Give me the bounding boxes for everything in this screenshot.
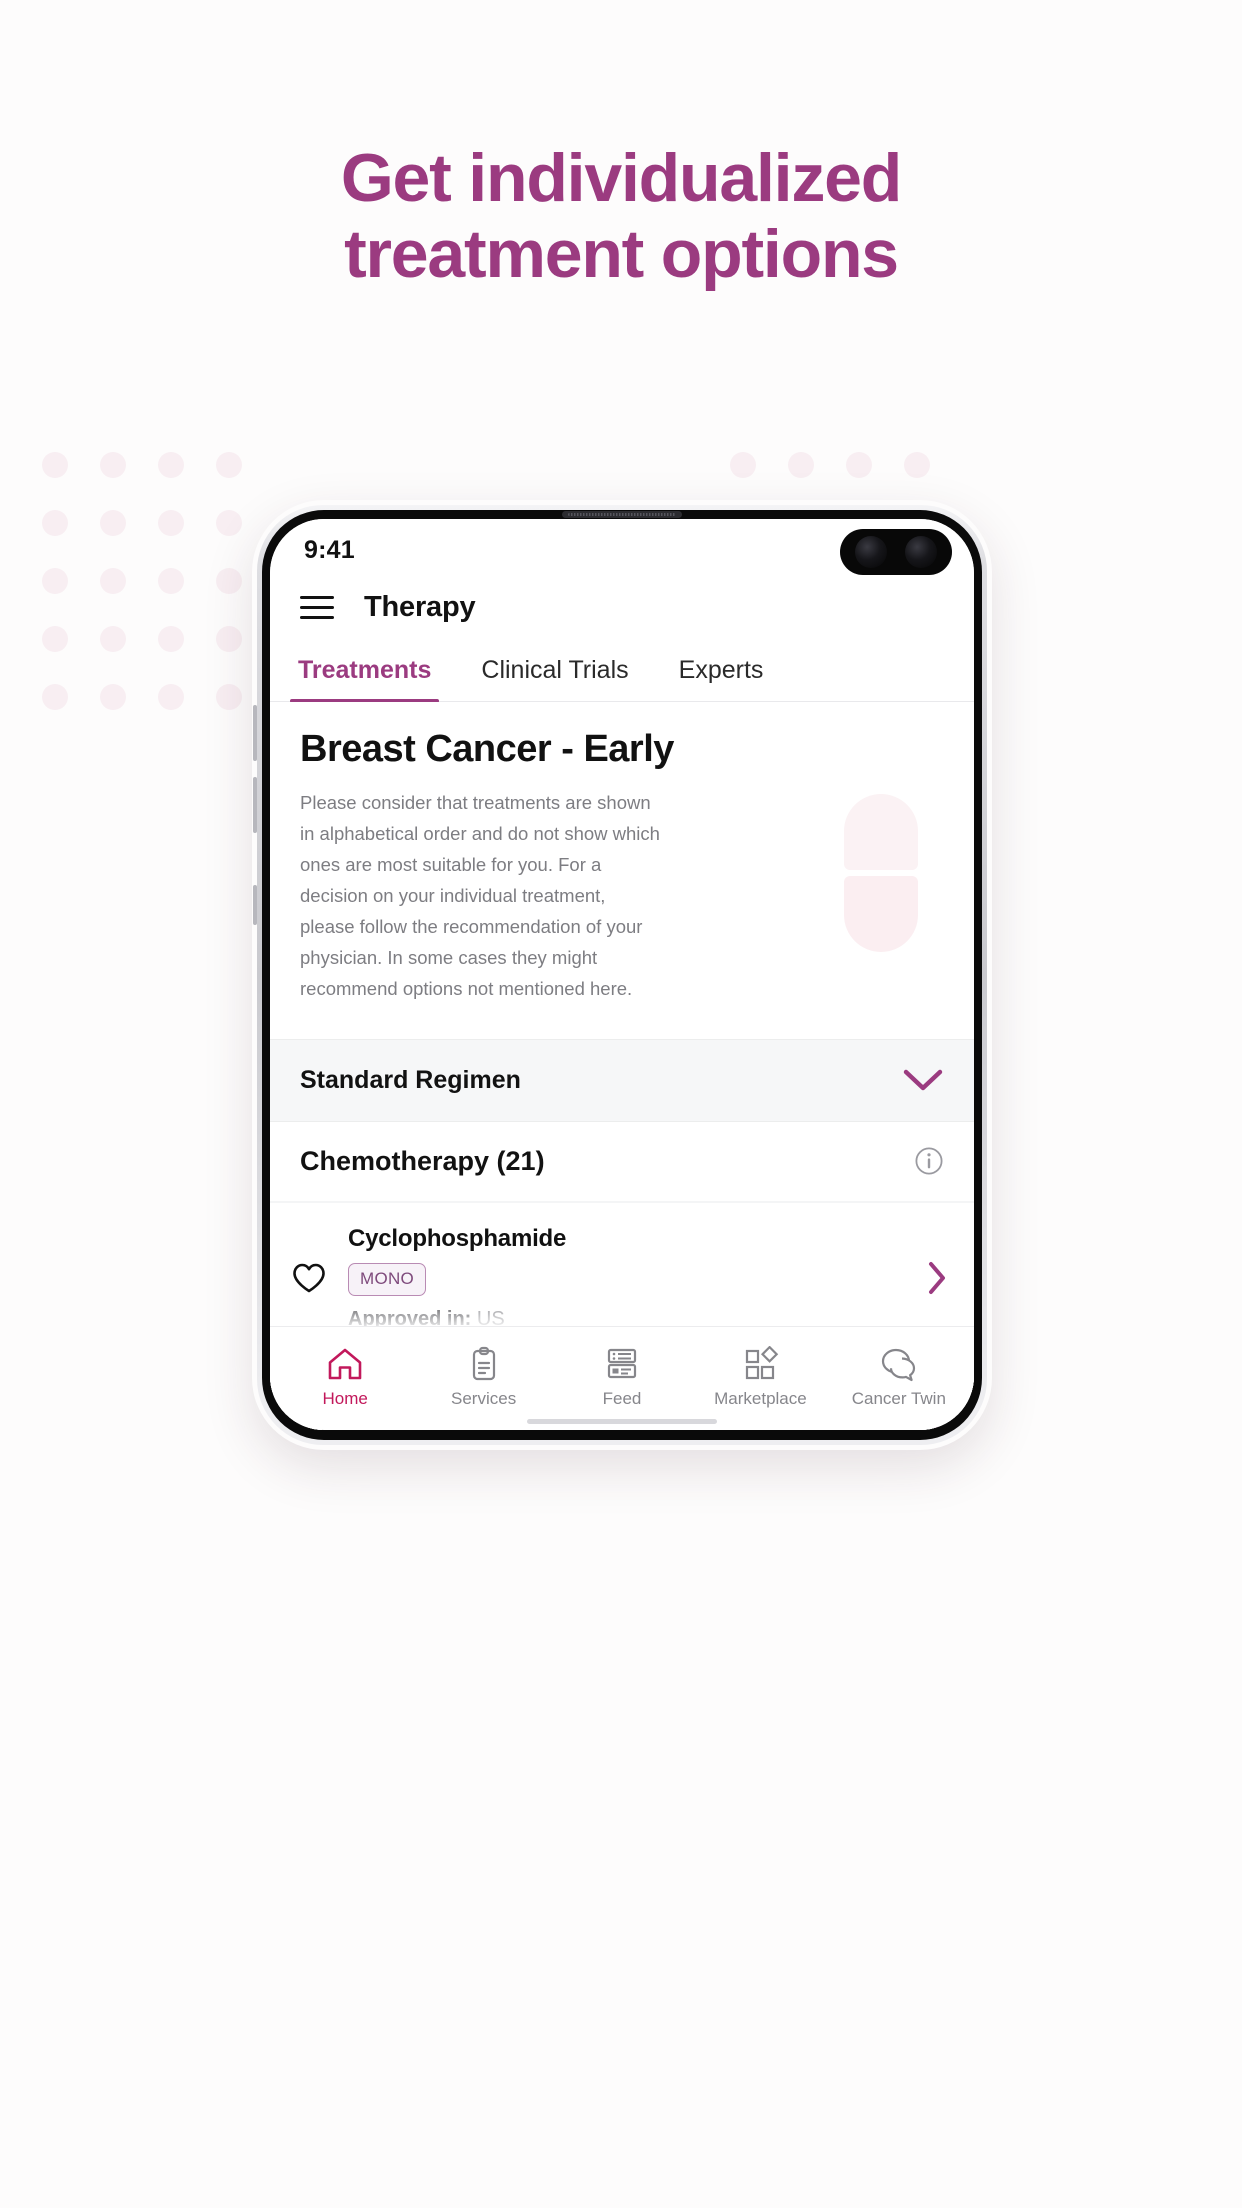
pattern-dot bbox=[42, 626, 68, 652]
feed-list-icon bbox=[607, 1348, 637, 1379]
pattern-dot bbox=[216, 452, 242, 478]
headline-line-1: Get individualized bbox=[340, 140, 902, 216]
nav-label-cancer-twin: Cancer Twin bbox=[851, 1389, 946, 1408]
pattern-dot bbox=[42, 568, 68, 594]
page-root: Get individualized treatment options 9:4… bbox=[0, 0, 1242, 2208]
tab-clinical-trials[interactable]: Clinical Trials bbox=[477, 642, 632, 701]
hamburger-menu-icon[interactable] bbox=[300, 596, 334, 619]
earpiece-speaker bbox=[562, 511, 682, 518]
nav-item-feed[interactable]: Feed bbox=[553, 1346, 691, 1409]
standard-regimen-row[interactable]: Standard Regimen bbox=[270, 1038, 974, 1122]
nav-label-feed: Feed bbox=[602, 1389, 642, 1408]
marketplace-icon bbox=[746, 1346, 779, 1380]
phone-device: 9:41 Therapy Treatments Clinical Trials … bbox=[253, 505, 987, 1445]
category-row-chemotherapy: Chemotherapy (21) bbox=[270, 1121, 974, 1201]
pattern-dot bbox=[158, 684, 184, 710]
hero-description: Please consider that treatments are show… bbox=[300, 792, 660, 1000]
volume-down-button[interactable] bbox=[253, 777, 257, 833]
front-camera-cutout bbox=[840, 529, 952, 575]
pattern-dot bbox=[100, 684, 126, 710]
pattern-dot bbox=[216, 510, 242, 536]
pattern-dot bbox=[42, 452, 68, 478]
category-label: Chemotherapy (21) bbox=[300, 1145, 545, 1176]
nav-item-cancer-twin[interactable]: Cancer Twin bbox=[830, 1346, 968, 1409]
pattern-dot bbox=[846, 452, 872, 478]
app-header: Therapy bbox=[270, 581, 974, 642]
pattern-dot bbox=[158, 452, 184, 478]
status-time: 9:41 bbox=[304, 535, 355, 564]
page-headline: Get individualized treatment options bbox=[0, 140, 1242, 292]
bottom-navigation: Home Services Feed Marketplace Cancer Tw… bbox=[270, 1326, 974, 1430]
hero-section: Breast Cancer - Early Please consider th… bbox=[270, 702, 974, 1039]
nav-label-marketplace: Marketplace bbox=[714, 1389, 807, 1408]
treatment-info: Cyclophosphamide MONO Approved in: US bbox=[348, 1225, 898, 1331]
tab-bar: Treatments Clinical Trials Experts bbox=[270, 642, 974, 703]
chevron-down-icon[interactable] bbox=[902, 1067, 944, 1093]
standard-regimen-label: Standard Regimen bbox=[300, 1065, 521, 1094]
clipboard-icon bbox=[472, 1346, 495, 1381]
pattern-dot bbox=[100, 626, 126, 652]
chevron-right-icon[interactable] bbox=[926, 1260, 948, 1296]
chat-bubbles-icon bbox=[881, 1348, 915, 1382]
pattern-dot bbox=[216, 626, 242, 652]
pattern-dot bbox=[100, 568, 126, 594]
nav-item-services[interactable]: Services bbox=[414, 1346, 552, 1409]
pattern-dot bbox=[730, 452, 756, 478]
camera-lens-icon bbox=[855, 536, 887, 568]
screen-content: Breast Cancer - Early Please consider th… bbox=[270, 702, 974, 1430]
home-indicator[interactable] bbox=[527, 1419, 717, 1424]
drug-name: Cyclophosphamide bbox=[348, 1224, 567, 1252]
home-icon bbox=[328, 1348, 362, 1380]
pattern-dot bbox=[158, 568, 184, 594]
heart-outline-icon[interactable] bbox=[292, 1262, 326, 1294]
status-badge: MONO bbox=[348, 1262, 427, 1296]
nav-item-home[interactable]: Home bbox=[276, 1346, 414, 1409]
nav-item-marketplace[interactable]: Marketplace bbox=[691, 1346, 829, 1409]
pattern-dot bbox=[904, 452, 930, 478]
pattern-dot bbox=[788, 452, 814, 478]
tab-experts[interactable]: Experts bbox=[675, 642, 768, 701]
capsule-pill-icon bbox=[844, 794, 918, 952]
nav-label-home: Home bbox=[322, 1389, 368, 1408]
phone-screen: 9:41 Therapy Treatments Clinical Trials … bbox=[270, 519, 974, 1430]
camera-lens-secondary-icon bbox=[905, 536, 937, 568]
pattern-dot bbox=[216, 684, 242, 710]
page-title: Breast Cancer - Early bbox=[300, 728, 674, 770]
pattern-dot bbox=[158, 510, 184, 536]
pattern-dot bbox=[100, 452, 126, 478]
tab-treatments[interactable]: Treatments bbox=[289, 642, 440, 703]
headline-line-2: treatment options bbox=[344, 216, 899, 293]
volume-up-button[interactable] bbox=[253, 705, 257, 761]
pattern-dot bbox=[100, 510, 126, 536]
pattern-dot bbox=[42, 510, 68, 536]
pattern-dot bbox=[158, 626, 184, 652]
phone-bezel: 9:41 Therapy Treatments Clinical Trials … bbox=[262, 510, 982, 1440]
info-circle-icon[interactable] bbox=[914, 1146, 944, 1176]
pattern-dot bbox=[42, 684, 68, 710]
nav-label-services: Services bbox=[451, 1389, 517, 1408]
app-title: Therapy bbox=[364, 591, 476, 623]
pattern-dot bbox=[216, 568, 242, 594]
power-button[interactable] bbox=[253, 885, 257, 925]
